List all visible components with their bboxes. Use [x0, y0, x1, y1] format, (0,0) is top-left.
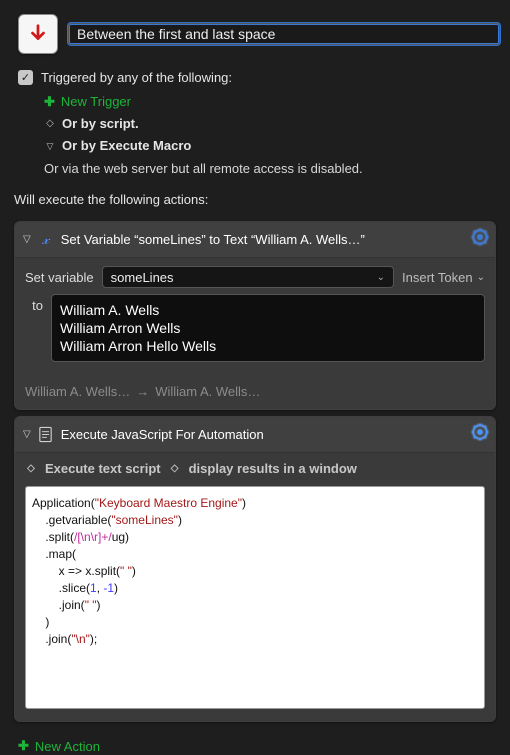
set-variable-label: Set variable	[25, 270, 94, 285]
variable-name-value: someLines	[111, 270, 174, 285]
disclosure-triangle[interactable]: ▽	[23, 234, 31, 245]
chevron-down-icon: ⌄	[377, 272, 385, 283]
new-action-button[interactable]: ✚ New Action	[0, 728, 510, 755]
or-execute-label: Or by Execute Macro	[62, 135, 191, 157]
insert-token-button[interactable]: Insert Token ⌄	[402, 270, 485, 285]
or-by-script[interactable]: ◇ Or by script.	[18, 113, 492, 135]
triggered-checkbox[interactable]: ✓	[18, 70, 33, 85]
macro-icon[interactable]	[18, 14, 58, 54]
variable-x-icon: 𝓍	[37, 231, 55, 249]
or-script-label: Or by script.	[62, 113, 139, 135]
updown-icon[interactable]: ◇	[169, 463, 181, 474]
chevron-down-icon: ▽	[44, 135, 56, 157]
updown-icon[interactable]: ◇	[25, 463, 37, 474]
script-textarea[interactable]: Application("Keyboard Maestro Engine") .…	[25, 486, 485, 709]
new-action-label: New Action	[35, 739, 100, 754]
new-trigger-label: New Trigger	[61, 91, 131, 113]
action2-title: Execute JavaScript For Automation	[61, 427, 465, 442]
plus-icon: ✚	[44, 91, 55, 113]
text-line: William Arron Wells	[60, 319, 476, 337]
chevron-down-icon: ⌄	[477, 272, 485, 283]
text-line: William Arron Hello Wells	[60, 337, 476, 355]
footer-after: William A. Wells…	[155, 384, 260, 399]
arrow-icon: →	[136, 384, 149, 399]
text-line: William A. Wells	[60, 301, 476, 319]
display-results-select[interactable]: display results in a window	[189, 461, 357, 476]
plus-icon: ✚	[18, 738, 29, 754]
or-by-execute-macro[interactable]: ▽ Or by Execute Macro	[18, 135, 492, 157]
new-trigger-button[interactable]: ✚ New Trigger	[18, 91, 492, 113]
variable-name-dropdown[interactable]: someLines ⌄	[102, 266, 394, 288]
action-execute-js: ▽ Execute JavaScript For Automation ◇ Ex…	[14, 416, 496, 722]
action1-title: Set Variable “someLines” to Text “Willia…	[61, 232, 465, 247]
insert-token-label: Insert Token	[402, 270, 473, 285]
exec-heading: Will execute the following actions:	[0, 184, 510, 215]
action-set-variable: ▽ 𝓍 Set Variable “someLines” to Text “Wi…	[14, 221, 496, 410]
gear-icon[interactable]	[471, 228, 489, 251]
execute-text-script-select[interactable]: Execute text script	[45, 461, 161, 476]
updown-icon: ◇	[44, 113, 56, 135]
text-value-field[interactable]: William A. Wells William Arron Wells Wil…	[51, 294, 485, 362]
disclosure-triangle[interactable]: ▽	[23, 429, 31, 440]
script-file-icon	[37, 426, 55, 444]
to-label: to	[25, 294, 43, 313]
macro-name-input[interactable]	[68, 23, 500, 45]
web-server-note: Or via the web server but all remote acc…	[18, 157, 492, 180]
footer-before: William A. Wells…	[25, 384, 130, 399]
triggers-heading: Triggered by any of the following:	[41, 70, 232, 85]
gear-icon[interactable]	[471, 423, 489, 446]
